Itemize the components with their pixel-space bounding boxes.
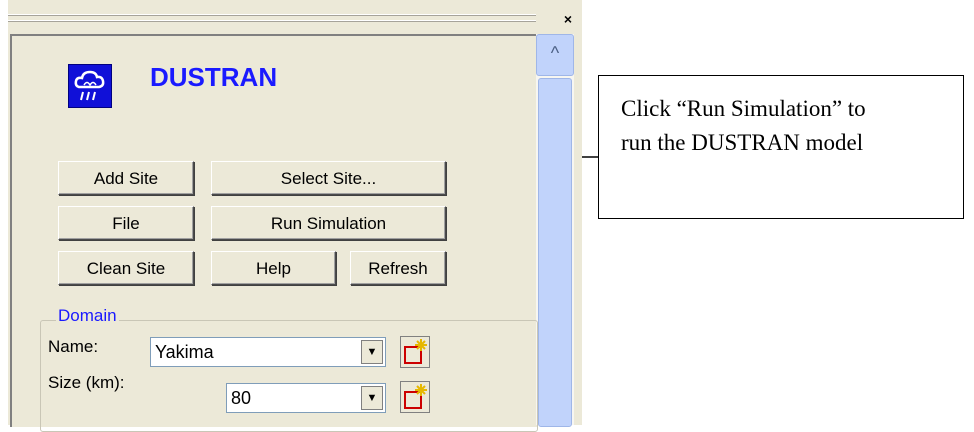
- new-domain-icon[interactable]: [400, 336, 430, 368]
- app-title: DUSTRAN: [150, 62, 278, 92]
- clean-site-button[interactable]: Clean Site: [58, 251, 194, 285]
- refresh-button[interactable]: Refresh: [350, 251, 446, 285]
- domain-size-value: 80: [231, 388, 252, 408]
- help-button[interactable]: Help: [211, 251, 336, 285]
- chevron-up-icon: ^: [550, 43, 560, 63]
- close-icon[interactable]: ×: [561, 12, 575, 26]
- chevron-down-icon[interactable]: ▼: [361, 340, 383, 364]
- domain-size-select[interactable]: 80 ▼: [226, 383, 386, 413]
- panel-grip[interactable]: [8, 20, 536, 22]
- add-site-button[interactable]: Add Site: [58, 161, 194, 195]
- scroll-thumb[interactable]: [538, 78, 572, 427]
- file-button[interactable]: File: [58, 206, 194, 240]
- cloud-rain-icon: [68, 64, 112, 108]
- edit-size-icon[interactable]: [400, 381, 430, 413]
- panel-grip[interactable]: [8, 14, 536, 16]
- callout-box: Click “Run Simulation” to run the DUSTRA…: [598, 75, 964, 219]
- callout-text: Click “Run Simulation” to run the DUSTRA…: [621, 92, 951, 160]
- run-simulation-button[interactable]: Run Simulation: [211, 206, 446, 240]
- select-site-button[interactable]: Select Site...: [211, 161, 446, 195]
- domain-name-value: Yakima: [155, 342, 214, 362]
- scroll-up-button[interactable]: ^: [536, 34, 574, 76]
- callout-line-1: Click “Run Simulation” to: [621, 96, 866, 121]
- chevron-down-icon[interactable]: ▼: [361, 386, 383, 410]
- size-label: Size (km):: [48, 373, 125, 392]
- domain-name-select[interactable]: Yakima ▼: [150, 337, 386, 367]
- name-label: Name:: [48, 337, 99, 356]
- vertical-scrollbar[interactable]: ^: [536, 34, 574, 427]
- domain-group-label: Domain: [56, 306, 119, 326]
- callout-line-2: run the DUSTRAN model: [621, 130, 864, 155]
